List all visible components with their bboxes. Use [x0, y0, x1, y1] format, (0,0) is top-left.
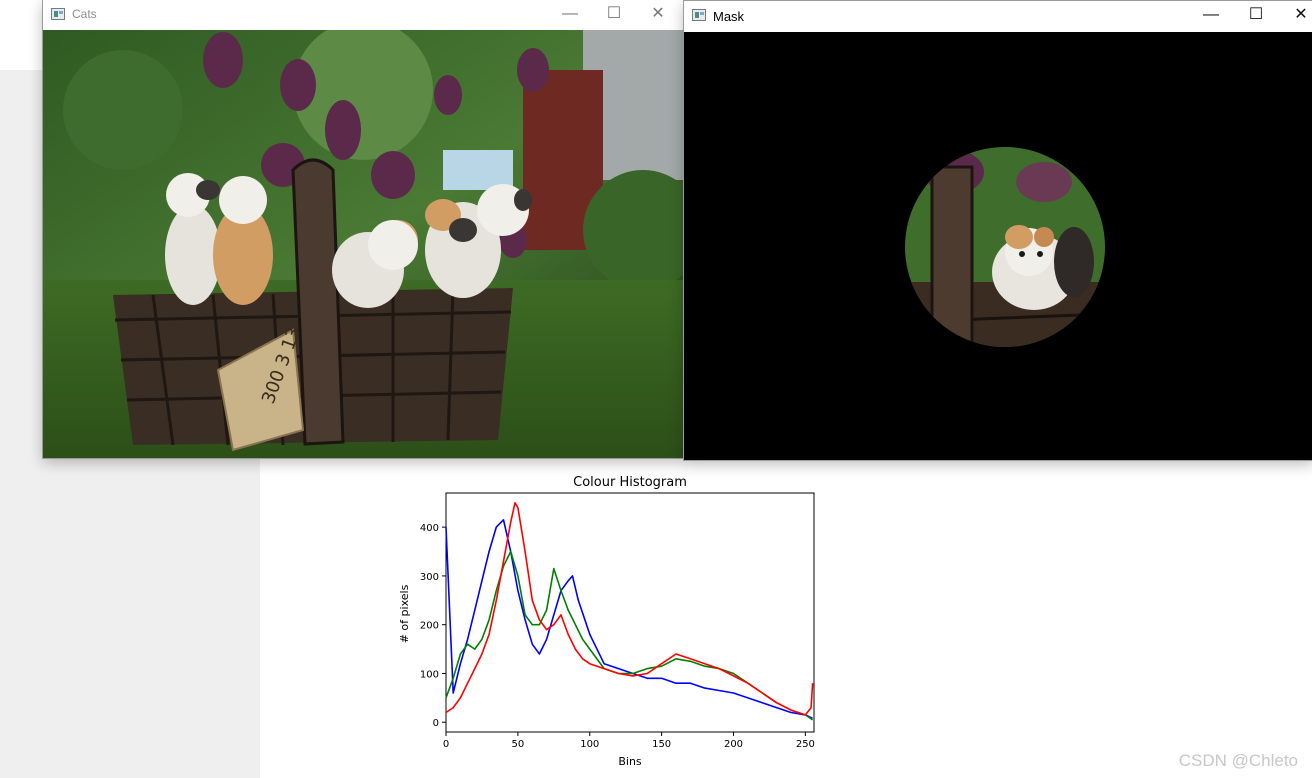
y-axis-label: # of pixels	[398, 584, 411, 643]
background-app-strip	[0, 0, 44, 71]
mask-window: Mask — ☐ ✕	[684, 1, 1312, 460]
maximize-button[interactable]: ☐	[1233, 1, 1279, 31]
kittens-in-basket-photo: 300 3 13	[43, 30, 684, 458]
histogram-svg: Colour Histogram 0 50 100 150 200 250 0 100 200 3…	[398, 475, 815, 768]
cats-titlebar[interactable]: Cats — ☐ ✕	[43, 0, 684, 30]
x-tick-label: 0	[443, 739, 449, 750]
x-tick-label: 200	[724, 739, 743, 750]
minimize-button[interactable]: —	[547, 0, 593, 30]
x-axis-label: Bins	[618, 755, 642, 768]
maximize-button[interactable]: ☐	[591, 0, 637, 30]
close-button[interactable]: ✕	[1278, 1, 1312, 31]
masked-image	[684, 32, 1312, 460]
window-app-icon	[692, 9, 706, 21]
colour-histogram-chart: Colour Histogram 0 50 100 150 200 250 0 100 200 3…	[390, 468, 830, 773]
chart-title: Colour Histogram	[573, 475, 687, 490]
masked-kitten-circle	[684, 32, 1312, 460]
y-tick-label: 400	[420, 523, 439, 534]
x-tick-label: 50	[512, 739, 525, 750]
y-tick-label: 200	[420, 621, 439, 632]
cats-image: 300 3 13	[43, 30, 684, 458]
minimize-button[interactable]: —	[1188, 1, 1234, 31]
plot-frame	[445, 492, 815, 733]
mask-titlebar[interactable]: Mask — ☐ ✕	[684, 1, 1312, 31]
x-tick-label: 100	[580, 739, 599, 750]
x-tick-label: 250	[796, 739, 815, 750]
watermark: CSDN @Chleto	[1178, 751, 1298, 770]
y-tick-label: 100	[420, 669, 439, 680]
close-button[interactable]: ✕	[635, 0, 681, 30]
cats-window-title: Cats	[72, 7, 97, 21]
cats-window: Cats — ☐ ✕ 300 3 13	[43, 0, 684, 458]
window-app-icon	[51, 8, 65, 20]
mask-window-title: Mask	[713, 9, 745, 24]
y-tick-label: 0	[433, 718, 439, 729]
x-tick-label: 150	[652, 739, 671, 750]
y-tick-label: 300	[420, 572, 439, 583]
